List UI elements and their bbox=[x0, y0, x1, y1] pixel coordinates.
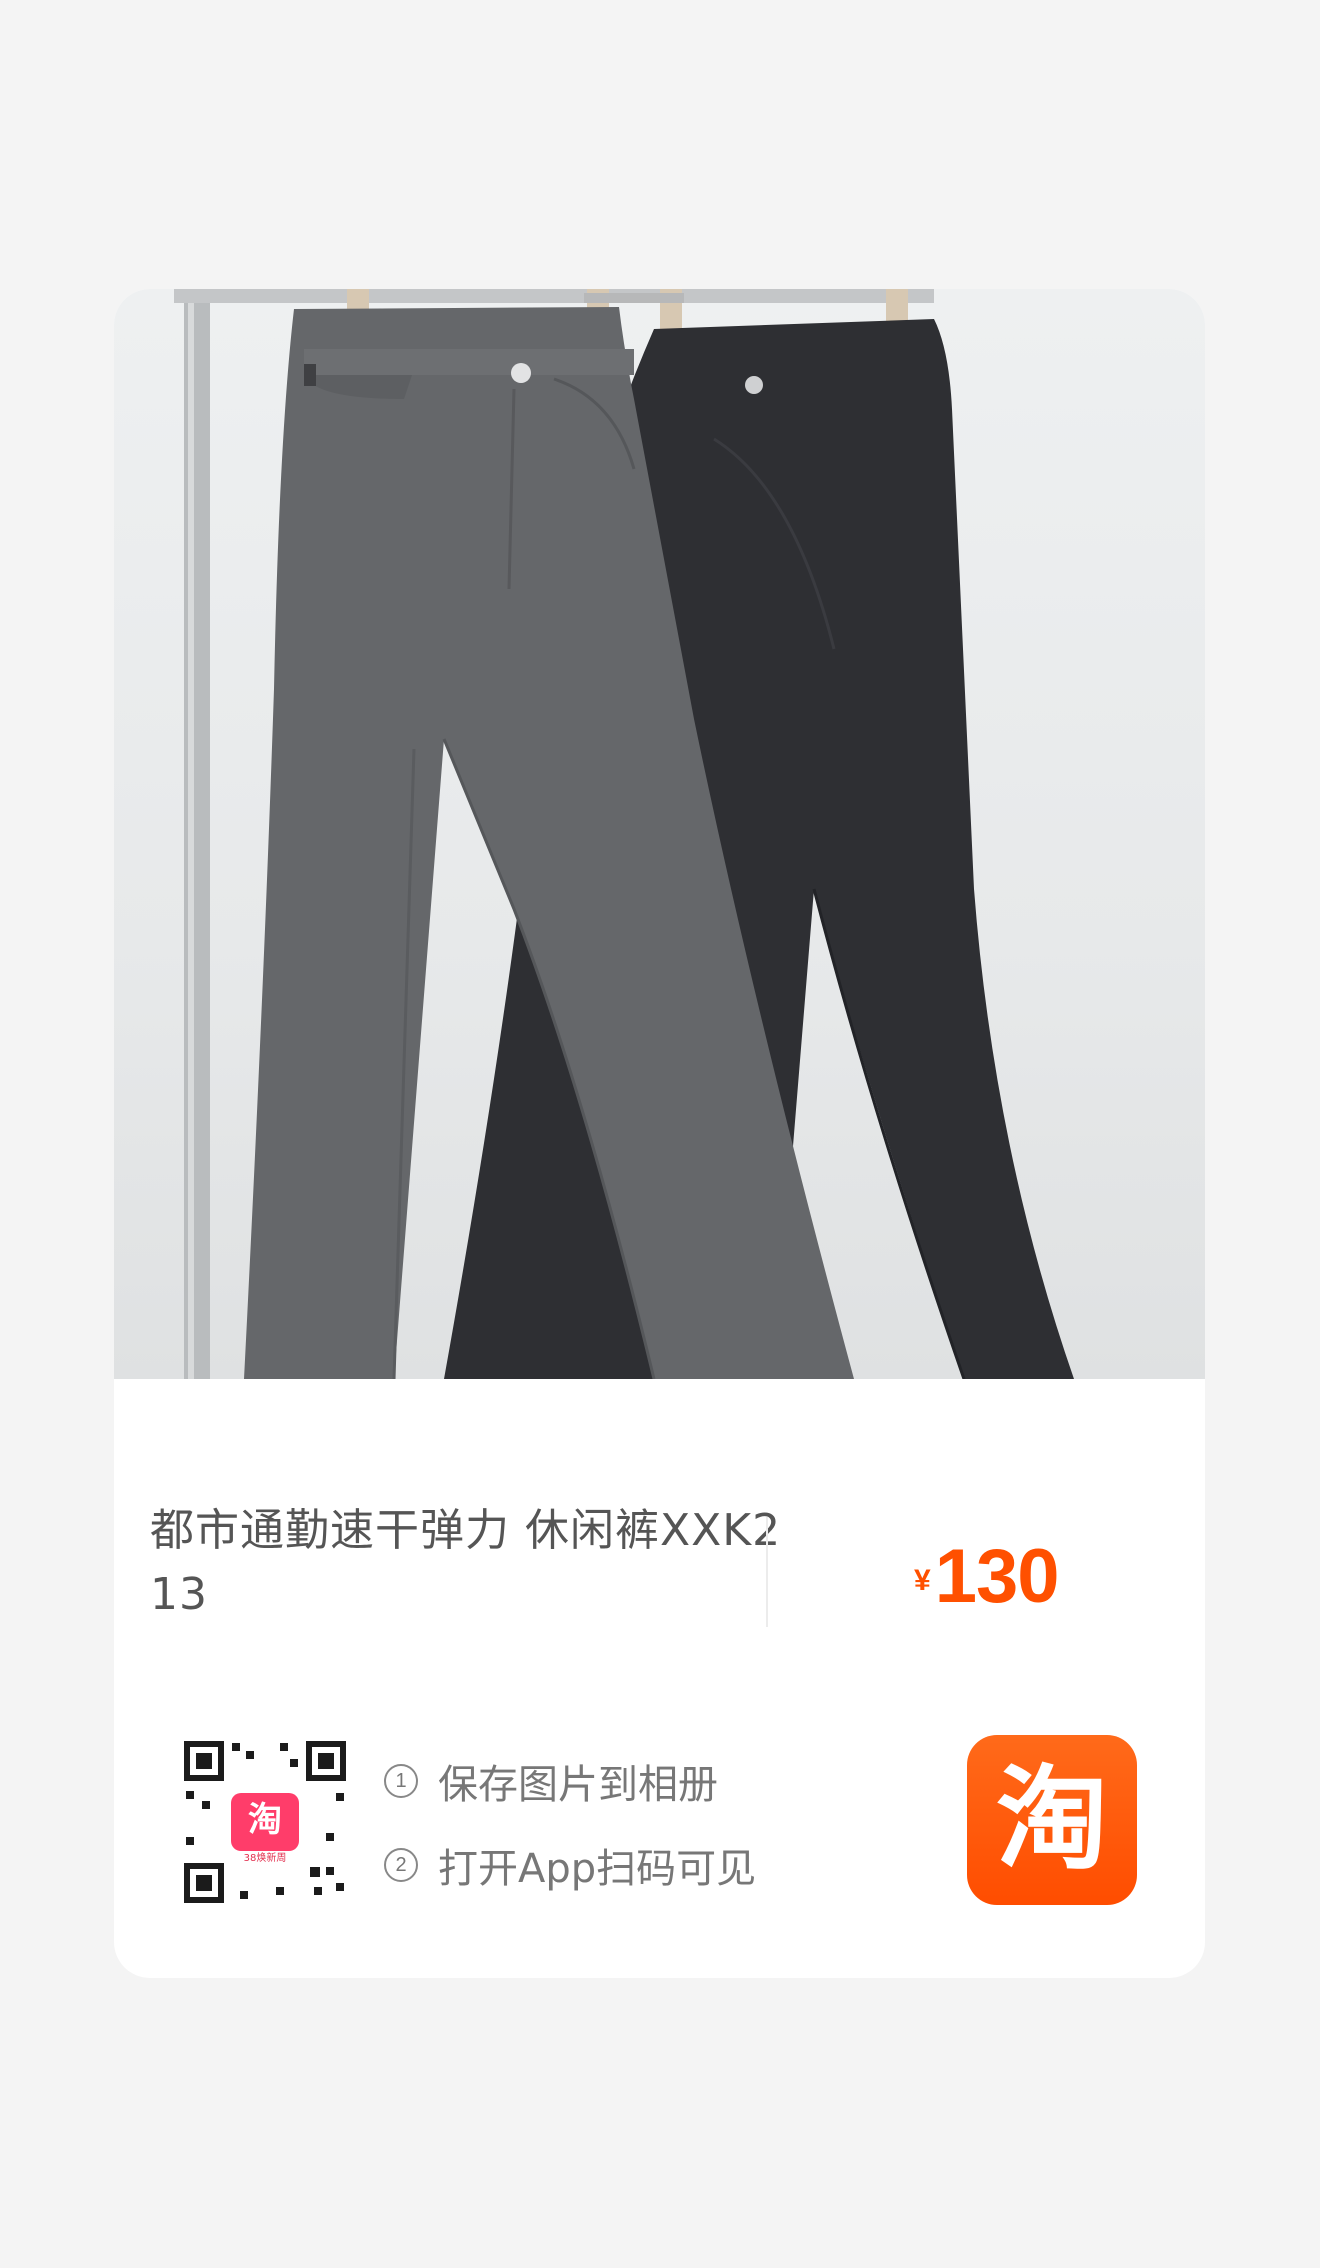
step-2-text: 打开App扫码可见 bbox=[438, 1846, 757, 1892]
qr-code-icon[interactable]: 淘 38焕新周 bbox=[180, 1737, 350, 1907]
product-price: ¥130 bbox=[914, 1533, 1059, 1620]
price-value: 130 bbox=[934, 1534, 1060, 1619]
product-image[interactable] bbox=[114, 289, 1205, 1379]
step-number-icon: 2 bbox=[384, 1848, 418, 1882]
divider bbox=[766, 1517, 768, 1627]
instruction-step-1: 1 保存图片到相册 bbox=[384, 1753, 756, 1809]
product-title[interactable]: 都市通勤速干弹力 休闲裤XXK213 bbox=[150, 1499, 790, 1627]
taobao-logo-icon[interactable]: 淘 bbox=[967, 1735, 1137, 1905]
qr-badge-text: 淘 bbox=[248, 1800, 282, 1840]
share-card: 都市通勤速干弹力 休闲裤XXK213 ¥130 淘 38焕新周 1 保存图片到相… bbox=[114, 289, 1205, 1978]
qr-badge-caption: 38焕新周 bbox=[244, 1851, 287, 1864]
step-1-text: 保存图片到相册 bbox=[438, 1762, 718, 1808]
product-photo-illustration bbox=[174, 289, 1074, 1379]
price-currency: ¥ bbox=[914, 1564, 931, 1597]
rack-pole bbox=[184, 289, 210, 1379]
step-number-icon: 1 bbox=[384, 1764, 418, 1798]
share-instructions: 1 保存图片到相册 2 打开App扫码可见 bbox=[384, 1753, 756, 1921]
instruction-step-2: 2 打开App扫码可见 bbox=[384, 1837, 756, 1893]
product-title-area: 都市通勤速干弹力 休闲裤XXK213 bbox=[150, 1499, 790, 1627]
